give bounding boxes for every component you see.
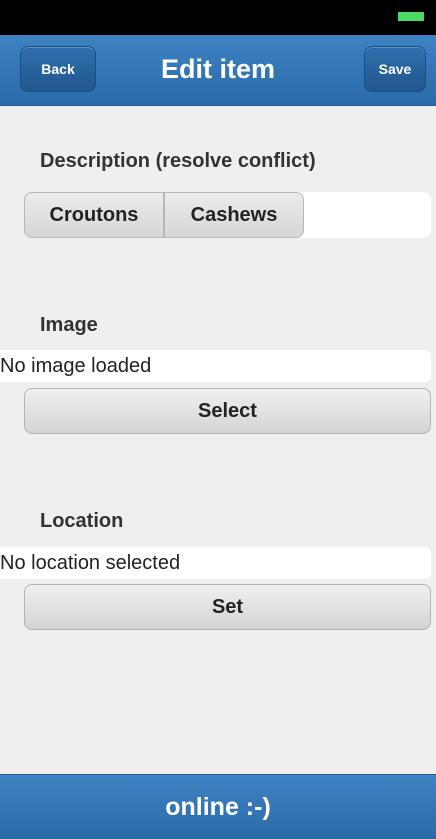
image-status-field: No image loaded: [0, 350, 431, 382]
location-status-field: No location selected: [0, 547, 431, 579]
select-image-button[interactable]: Select: [24, 388, 431, 434]
connection-status-bar: online :-): [0, 774, 436, 839]
status-bar: [0, 0, 436, 35]
option-croutons-button[interactable]: Croutons: [24, 192, 164, 238]
connection-status-text: online :-): [165, 792, 271, 821]
image-label: Image: [40, 314, 98, 336]
option-cashews-button[interactable]: Cashews: [164, 192, 304, 238]
save-button[interactable]: Save: [364, 46, 426, 92]
header-bar: Back Edit item Save: [0, 35, 436, 106]
edit-item-screen: Back Edit item Save Description (resolve…: [0, 0, 436, 839]
description-options: Croutons Cashews: [24, 192, 431, 238]
location-label: Location: [40, 510, 124, 532]
set-location-button[interactable]: Set: [24, 584, 431, 630]
description-label: Description (resolve conflict): [40, 150, 316, 172]
battery-icon: [398, 12, 424, 21]
